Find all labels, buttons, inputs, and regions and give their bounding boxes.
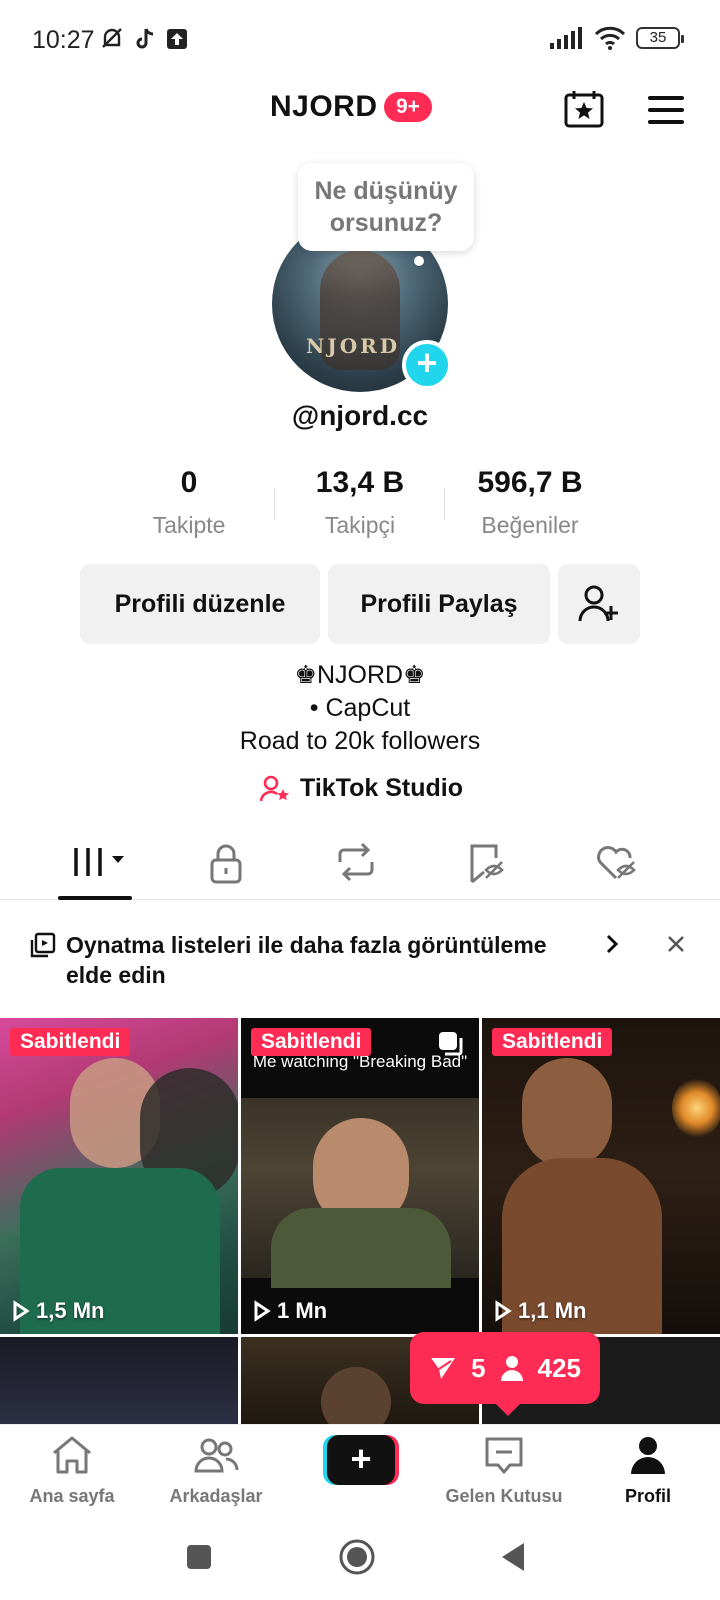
profile-icon xyxy=(631,1437,665,1474)
upload-icon xyxy=(167,29,187,49)
video-thumbnail[interactable]: Me watching "Breaking Bad" Sabitlendi 1 … xyxy=(241,1018,479,1334)
view-count-value: 1,5 Mn xyxy=(36,1298,105,1323)
play-icon xyxy=(495,1300,512,1322)
bio-line: • CapCut xyxy=(309,694,411,722)
nav-profile[interactable]: Profil xyxy=(578,1435,718,1507)
multi-image-icon xyxy=(439,1032,463,1056)
menu-icon[interactable] xyxy=(648,96,684,124)
banner-text: Oynatma listeleri ile daha fazla görüntü… xyxy=(66,932,547,988)
tiktok-studio-link[interactable]: TikTok Studio xyxy=(260,774,463,803)
friends-icon xyxy=(194,1438,239,1473)
nav-label: Gelen Kutusu xyxy=(445,1486,563,1506)
create-button[interactable]: + xyxy=(323,1435,399,1485)
live-stats-popup[interactable]: 5 425 xyxy=(410,1332,600,1416)
add-story-button[interactable]: + xyxy=(402,340,452,390)
playlist-icon xyxy=(30,932,56,958)
note-bubble[interactable]: Ne düşünüy orsunuz? xyxy=(298,163,474,251)
stat-followers[interactable]: 13,4 B Takipçi xyxy=(275,466,445,539)
profile-tabs xyxy=(0,830,720,900)
status-bar: 10:27 35 xyxy=(0,0,720,80)
bottom-nav: Ana sayfa Arkadaşlar + Gelen Kutusu Prof… xyxy=(0,1424,720,1522)
view-count-value: 1,1 Mn xyxy=(518,1298,587,1323)
thumb-fire xyxy=(672,1078,720,1138)
home-circle-icon[interactable] xyxy=(338,1538,376,1576)
studio-label: TikTok Studio xyxy=(300,774,463,802)
thumb-jacket xyxy=(271,1208,451,1288)
stat-label: Beğeniler xyxy=(481,512,579,538)
view-count-value: 1 Mn xyxy=(277,1298,328,1323)
stat-likes[interactable]: 596,7 B Beğeniler xyxy=(445,466,615,539)
thumb-face xyxy=(321,1367,391,1424)
system-nav xyxy=(0,1522,720,1600)
stat-label: Takipte xyxy=(152,512,226,538)
nav-label: Ana sayfa xyxy=(29,1486,115,1506)
signal-icon xyxy=(550,27,582,49)
bubble-tail xyxy=(414,256,424,266)
nav-inbox[interactable]: Gelen Kutusu xyxy=(434,1435,574,1507)
stat-value: 0 xyxy=(180,466,198,499)
nav-label: Arkadaşlar xyxy=(169,1486,263,1506)
add-user-icon xyxy=(578,585,618,622)
bookmark-hidden-icon xyxy=(470,844,504,884)
edit-profile-button[interactable]: Profili düzenle xyxy=(80,564,320,644)
lock-icon xyxy=(210,844,242,884)
view-count: 1,1 Mn xyxy=(494,1298,586,1324)
video-thumbnail[interactable]: Sabitlendi 1,5 Mn xyxy=(0,1018,238,1334)
view-count: 1,5 Mn xyxy=(12,1298,104,1324)
person-icon xyxy=(500,1356,523,1381)
followers-count: 425 xyxy=(537,1352,581,1383)
tiktok-icon xyxy=(136,28,154,49)
calendar-star-icon[interactable] xyxy=(564,90,604,128)
page-title[interactable]: NJORD xyxy=(270,90,378,124)
nav-label: Profil xyxy=(624,1486,671,1506)
play-icon xyxy=(254,1300,271,1322)
tab-liked[interactable] xyxy=(586,840,646,884)
chevron-right-icon[interactable] xyxy=(604,932,620,956)
video-thumbnail[interactable]: Sabitlendi 1,1 Mn xyxy=(482,1018,720,1334)
stat-label: Takipçi xyxy=(324,512,396,538)
avatar-logo-text: NJORD xyxy=(306,334,401,358)
back-icon[interactable] xyxy=(498,1540,528,1574)
status-time: 10:27 xyxy=(32,26,95,54)
status-left-icons xyxy=(100,26,188,52)
send-icon xyxy=(431,1358,456,1379)
inbox-icon xyxy=(485,1437,523,1474)
username: @njord.cc xyxy=(291,400,429,431)
pinned-badge: Sabitlendi xyxy=(10,1028,131,1056)
heart-hidden-icon xyxy=(597,846,636,880)
plus-icon: + xyxy=(327,1435,395,1485)
play-icon xyxy=(13,1300,30,1322)
recents-icon[interactable] xyxy=(184,1542,214,1572)
status-right-icons: 35 xyxy=(550,26,684,50)
shares-count: 5 xyxy=(471,1352,486,1383)
stat-value: 596,7 B xyxy=(477,466,583,499)
bio-line: Road to 20k followers xyxy=(239,727,481,755)
video-thumbnail[interactable] xyxy=(0,1337,238,1424)
muted-bell-icon xyxy=(102,28,122,48)
share-profile-button[interactable]: Profili Paylaş xyxy=(328,564,550,644)
view-count: 1 Mn xyxy=(253,1298,327,1324)
user-star-icon xyxy=(260,775,289,801)
stat-following[interactable]: 0 Takipte xyxy=(104,466,274,539)
close-icon[interactable] xyxy=(666,934,686,954)
stat-value: 13,4 B xyxy=(315,466,405,499)
tab-private[interactable] xyxy=(196,840,256,884)
grid-icon xyxy=(74,848,124,876)
tab-reposts[interactable] xyxy=(326,840,386,884)
repost-icon xyxy=(338,842,374,882)
tab-videos[interactable] xyxy=(66,840,126,884)
playlist-banner[interactable]: Oynatma listeleri ile daha fazla görüntü… xyxy=(0,900,720,1018)
tab-favorites[interactable] xyxy=(456,840,516,884)
thumb-face xyxy=(522,1058,612,1168)
nav-friends[interactable]: Arkadaşlar xyxy=(146,1435,286,1507)
pinned-badge: Sabitlendi xyxy=(492,1028,613,1056)
wifi-icon xyxy=(594,26,626,50)
bio-line: ♚NJORD♚ xyxy=(294,661,426,689)
battery-indicator: 35 xyxy=(636,27,684,49)
home-icon xyxy=(53,1436,91,1474)
add-friend-button[interactable] xyxy=(558,564,640,644)
nav-home[interactable]: Ana sayfa xyxy=(2,1435,142,1507)
pinned-badge: Sabitlendi xyxy=(251,1028,372,1056)
account-badge: 9+ xyxy=(384,92,432,122)
